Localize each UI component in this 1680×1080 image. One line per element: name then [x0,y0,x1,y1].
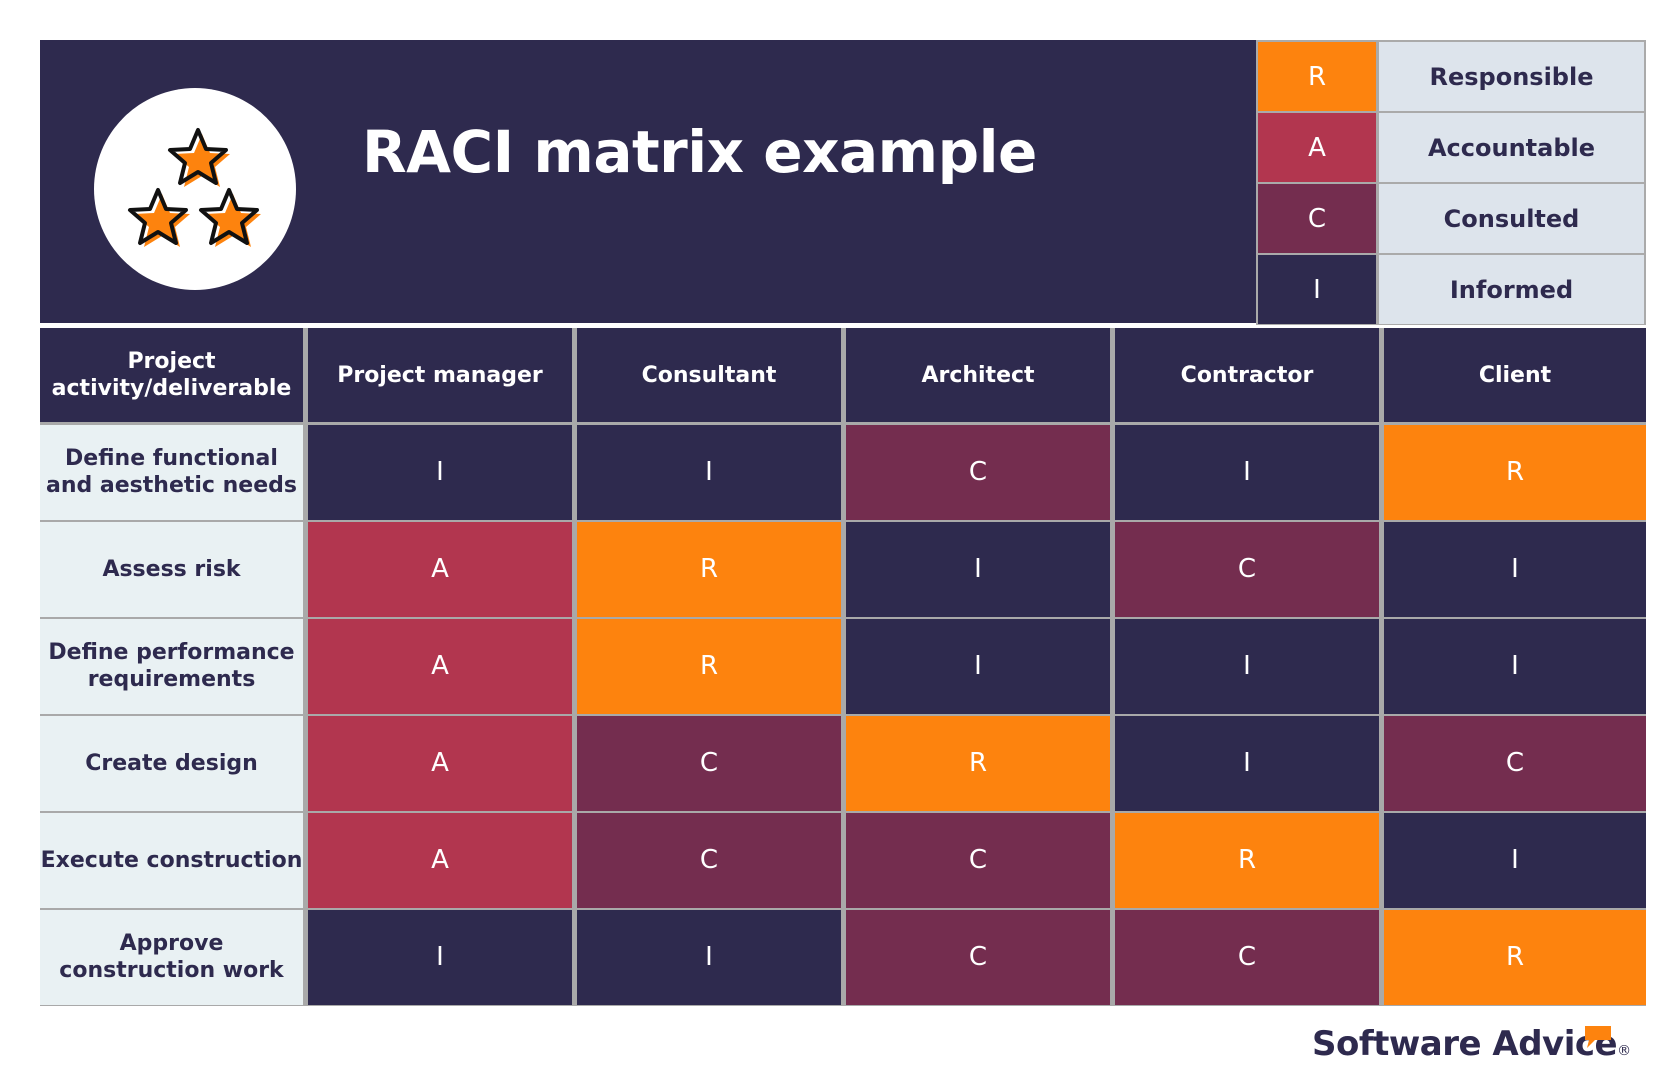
column-header: Architect [846,328,1110,422]
legend-row-responsible: R Responsible [1258,42,1644,111]
legend-label: Accountable [1379,113,1644,182]
raci-cell: I [1384,522,1646,617]
column-header: Client [1384,328,1646,422]
legend-code: R [1258,42,1376,111]
legend-label: Responsible [1379,42,1644,111]
three-stars-icon [128,128,261,247]
raci-cell: R [1384,910,1646,1005]
raci-cell: A [308,522,572,617]
raci-cell: I [308,425,572,520]
row-header: Define functional and aesthetic needs [40,425,303,520]
raci-cell: R [846,716,1110,811]
raci-cell: I [1384,619,1646,714]
raci-cell: C [577,716,841,811]
raci-cell: A [308,716,572,811]
row-header: Define performance requirements [40,619,303,714]
raci-cell: I [1384,813,1646,908]
logo-circle [94,88,296,290]
speech-bubble-icon [1585,1026,1611,1048]
raci-cell: I [1115,619,1379,714]
legend-row-accountable: A Accountable [1258,113,1644,182]
raci-cell: C [1384,716,1646,811]
legend-row-informed: I Informed [1258,255,1644,324]
legend-code: C [1258,184,1376,253]
registered-mark: ® [1617,1043,1631,1059]
row-header: Execute construction [40,813,303,908]
raci-cell: C [846,425,1110,520]
raci-cell: I [846,619,1110,714]
raci-cell: C [846,910,1110,1005]
column-header: Project manager [308,328,572,422]
raci-cell: C [1115,522,1379,617]
legend-row-consulted: C Consulted [1258,184,1644,253]
raci-cell: I [308,910,572,1005]
raci-cell: I [577,910,841,1005]
column-header: Contractor [1115,328,1379,422]
raci-cell: I [1115,425,1379,520]
column-header: Consultant [577,328,841,422]
raci-matrix: Project activity/deliverable Project mana… [40,328,1646,1006]
raci-cell: I [577,425,841,520]
brand-name: Software Advice [1312,1024,1618,1064]
legend-label: Consulted [1379,184,1644,253]
raci-cell: C [846,813,1110,908]
raci-cell: A [308,813,572,908]
header-banner: RACI matrix example [40,40,1256,323]
raci-cell: R [577,522,841,617]
row-header: Create design [40,716,303,811]
raci-cell: C [577,813,841,908]
raci-legend: R Responsible A Accountable C Consulted I Infor… [1256,40,1646,325]
raci-cell: R [1384,425,1646,520]
raci-cell: I [1115,716,1379,811]
row-header: Assess risk [40,522,303,617]
raci-cell: R [577,619,841,714]
raci-cell: A [308,619,572,714]
legend-code: A [1258,113,1376,182]
legend-label: Informed [1379,255,1644,324]
raci-cell: I [846,522,1110,617]
raci-cell: R [1115,813,1379,908]
corner-header: Project activity/deliverable [40,328,303,422]
row-header: Approve construction work [40,910,303,1005]
page-title: RACI matrix example [362,118,1037,186]
legend-code: I [1258,255,1376,324]
raci-cell: C [1115,910,1379,1005]
